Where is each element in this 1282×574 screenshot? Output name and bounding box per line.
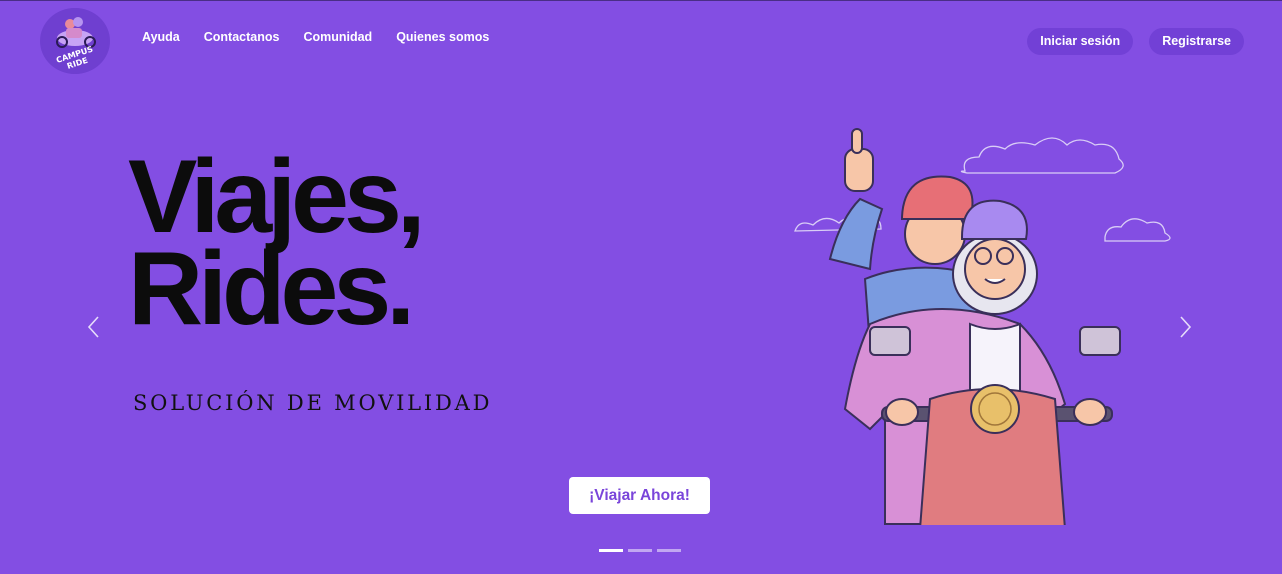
riders-on-scooter-illustration [794, 128, 1171, 530]
headline-line-2: Rides. [128, 231, 415, 347]
main-nav: Ayuda Contactanos Comunidad Quienes somo… [142, 30, 489, 44]
carousel-indicator-3[interactable] [657, 549, 681, 552]
nav-link-comunidad[interactable]: Comunidad [303, 30, 372, 44]
carousel-indicator-2[interactable] [628, 549, 652, 552]
hero-illustration [790, 109, 1200, 530]
auth-buttons: Iniciar sesión Registrarse [1027, 28, 1244, 55]
carousel-indicators [599, 549, 681, 552]
hero-headline: Viajes, Rides. [128, 139, 426, 347]
headline-line-1: Viajes, [128, 139, 426, 255]
campus-ride-logo[interactable]: CAMPUS RIDE [40, 8, 110, 74]
nav-link-contactanos[interactable]: Contactanos [204, 30, 280, 44]
nav-link-ayuda[interactable]: Ayuda [142, 30, 180, 44]
register-button[interactable]: Registrarse [1149, 28, 1244, 55]
login-button[interactable]: Iniciar sesión [1027, 28, 1134, 55]
carousel-indicator-1[interactable] [599, 549, 623, 552]
nav-link-quienes-somos[interactable]: Quienes somos [396, 30, 489, 44]
chevron-left-icon [87, 316, 99, 338]
carousel-prev-button[interactable] [85, 313, 103, 341]
ride-now-button[interactable]: ¡Viajar Ahora! [569, 477, 710, 514]
hero-tagline: SOLUCIÓN DE MOVILIDAD [133, 391, 493, 415]
